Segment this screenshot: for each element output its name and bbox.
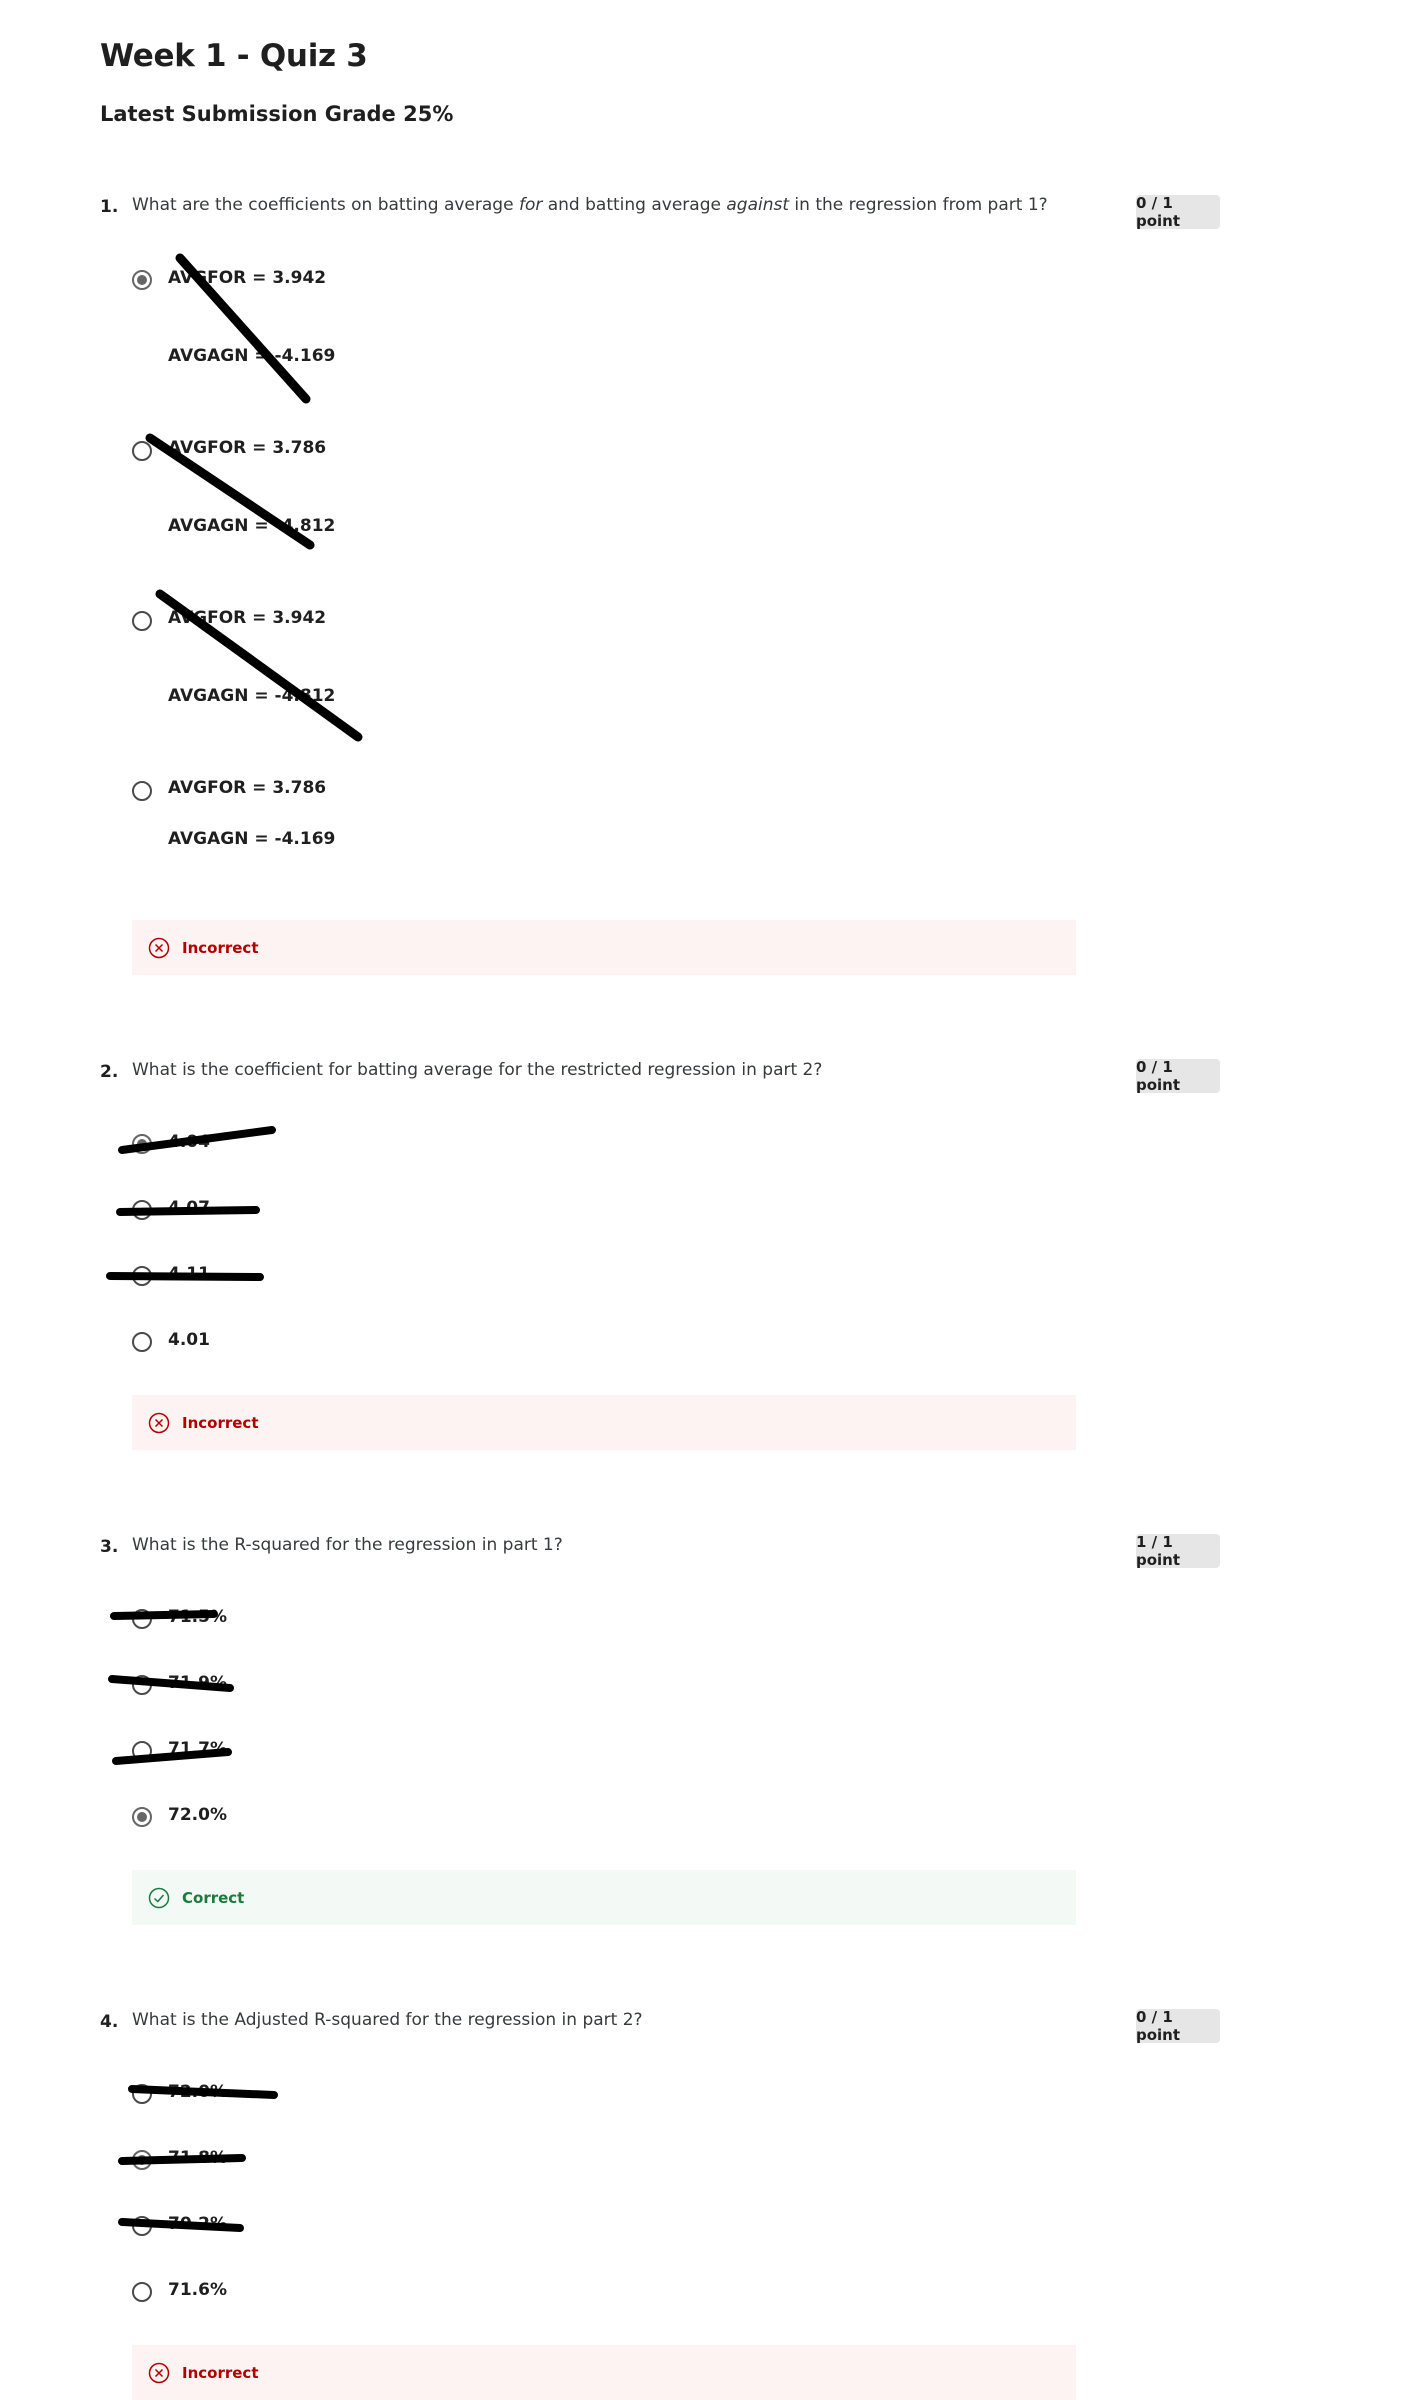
option-label-line2[interactable]: AVGAGN = -4.169 (168, 829, 335, 849)
option-label[interactable]: 71.7% (168, 1739, 227, 1759)
option-label-line2[interactable]: AVGAGN = -4.169 (168, 346, 335, 366)
option-label[interactable]: 4.11 (168, 1264, 210, 1284)
radio-option-2[interactable] (132, 2150, 152, 2170)
radio-option-1[interactable] (132, 270, 152, 290)
option-label[interactable]: 72.0% (168, 1805, 227, 1825)
points-badge: 0 / 1 point (1136, 194, 1220, 230)
option-label-line2[interactable]: AVGAGN = -4.812 (168, 686, 335, 706)
option-label[interactable]: AVGFOR = 3.942 (168, 608, 326, 628)
radio-option-4[interactable] (132, 781, 152, 801)
option-label[interactable]: 71.5% (168, 1607, 227, 1627)
page-title: Week 1 - Quiz 3 (100, 38, 368, 74)
radio-option-4[interactable] (132, 2282, 152, 2302)
option-label[interactable]: 71.9% (168, 1673, 227, 1693)
question-text-part: in the regression from part 1? (789, 195, 1048, 215)
x-circle-icon (148, 2362, 170, 2384)
points-badge: 0 / 1 point (1136, 2008, 1220, 2044)
radio-option-3[interactable] (132, 611, 152, 631)
option-label[interactable]: AVGFOR = 3.786 (168, 438, 326, 458)
points-badge: 0 / 1 point (1136, 1058, 1220, 1094)
question-text: What is the coefficient for batting aver… (132, 1060, 823, 1080)
question-number: 3. (100, 1537, 119, 1557)
option-label[interactable]: AVGFOR = 3.786 (168, 778, 326, 798)
radio-option-1[interactable] (132, 1609, 152, 1629)
option-label[interactable]: 4.01 (168, 1330, 210, 1350)
option-label[interactable]: 71.6% (168, 2280, 227, 2300)
option-label[interactable]: AVGFOR = 3.942 (168, 268, 326, 288)
radio-option-2[interactable] (132, 441, 152, 461)
radio-option-3[interactable] (132, 1266, 152, 1286)
option-label-line2[interactable]: AVGAGN = -4.812 (168, 516, 335, 536)
points-badge: 1 / 1 point (1136, 1533, 1220, 1569)
feedback-incorrect: Incorrect (132, 920, 1076, 975)
radio-option-4[interactable] (132, 1332, 152, 1352)
option-label[interactable]: 72.0% (168, 2082, 227, 2102)
x-circle-icon (148, 937, 170, 959)
question-text: What is the R-squared for the regression… (132, 1535, 563, 1555)
question-text: What are the coefficients on batting ave… (132, 195, 1048, 215)
question-number: 4. (100, 2012, 119, 2032)
submission-grade: Latest Submission Grade 25% (100, 102, 453, 126)
feedback-correct: Correct (132, 1870, 1076, 1925)
x-circle-icon (148, 1412, 170, 1434)
feedback-incorrect: Incorrect (132, 1395, 1076, 1450)
question-text-part: What are the coefficients on batting ave… (132, 195, 519, 215)
option-label[interactable]: 4.04 (168, 1132, 210, 1152)
radio-option-2[interactable] (132, 1200, 152, 1220)
question-text: What is the Adjusted R-squared for the r… (132, 2010, 643, 2030)
option-label[interactable]: 4.07 (168, 1198, 210, 1218)
radio-option-1[interactable] (132, 2084, 152, 2104)
radio-option-3[interactable] (132, 1741, 152, 1761)
feedback-text: Correct (182, 1888, 245, 1907)
check-circle-icon (148, 1887, 170, 1909)
option-label[interactable]: 70.2% (168, 2214, 227, 2234)
radio-option-4[interactable] (132, 1807, 152, 1827)
radio-option-1[interactable] (132, 1134, 152, 1154)
feedback-text: Incorrect (182, 2363, 259, 2382)
option-label[interactable]: 71.8% (168, 2148, 227, 2168)
feedback-incorrect: Incorrect (132, 2345, 1076, 2400)
question-text-part: and batting average (542, 195, 727, 215)
feedback-text: Incorrect (182, 938, 259, 957)
question-text-emphasis: for (518, 195, 543, 215)
grade-label: Latest Submission Grade (100, 102, 396, 126)
question-text-emphasis: against (726, 195, 790, 215)
question-number: 2. (100, 1062, 119, 1082)
radio-option-2[interactable] (132, 1675, 152, 1695)
grade-value: 25% (403, 102, 454, 126)
feedback-text: Incorrect (182, 1413, 259, 1432)
question-number: 1. (100, 197, 119, 217)
radio-option-3[interactable] (132, 2216, 152, 2236)
